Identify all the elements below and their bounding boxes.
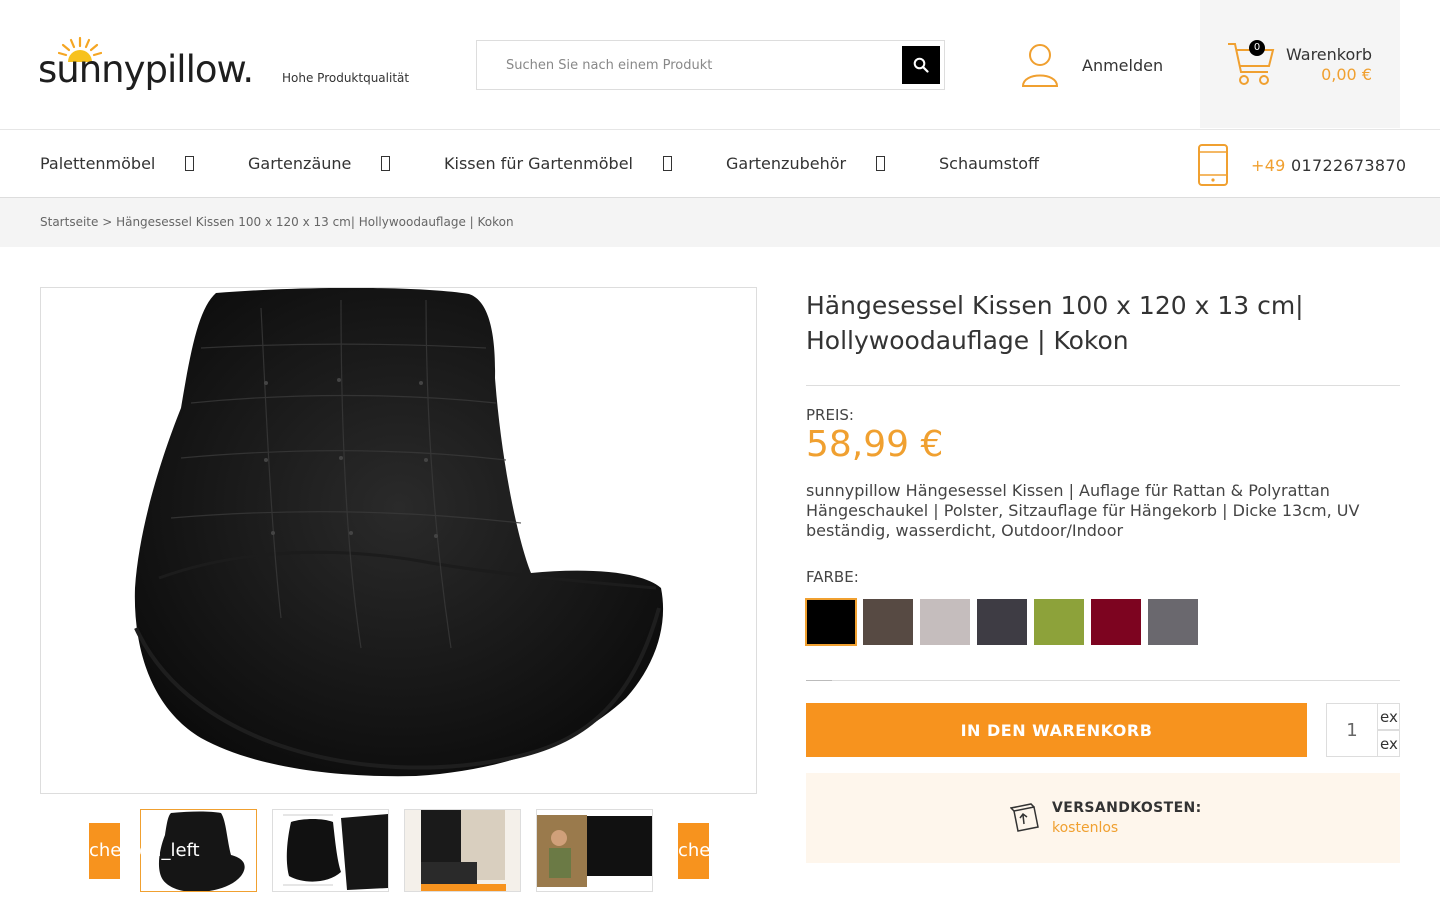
product-main-image[interactable]	[40, 287, 757, 794]
nav-item-label: Kissen für Gartenmöbel	[444, 154, 633, 173]
color-label: FARBE:	[806, 568, 859, 586]
nav-item-schaumstoff[interactable]: Schaumstoff	[939, 154, 1039, 173]
nav-item-label: Gartenzubehör	[726, 154, 847, 173]
phone-icon	[1198, 144, 1228, 186]
breadcrumb-separator: >	[98, 215, 117, 229]
logo[interactable]: sunnypillow. Hohe Produktqualität	[38, 36, 418, 96]
nav-item-palettenmoebel[interactable]: Palettenmöbel	[40, 154, 195, 173]
thumbnail-image	[405, 810, 520, 891]
shipping-value: kostenlos	[1052, 820, 1119, 836]
color-swatch[interactable]	[805, 598, 857, 646]
nav-item-kissen[interactable]: Kissen für Gartenmöbel	[444, 154, 672, 173]
user-icon	[1021, 44, 1059, 87]
logo-wordmark: sunnypillow.	[38, 48, 254, 91]
dropdown-icon	[876, 156, 886, 171]
main-navigation: Palettenmöbel Gartenzäune Kissen für Gar…	[0, 130, 1440, 198]
site-header: sunnypillow. Hohe Produktqualität Anmeld…	[0, 0, 1440, 130]
dropdown-icon	[662, 156, 672, 171]
gallery-thumbnail[interactable]	[536, 809, 653, 892]
quantity-input[interactable]	[1326, 703, 1378, 757]
color-swatch[interactable]	[863, 599, 913, 645]
cart-button[interactable]: 0 Warenkorb 0,00 €	[1200, 0, 1400, 128]
phone-digits: 01722673870	[1285, 155, 1407, 175]
product-description: sunnypillow Hängesessel Kissen | Auflage…	[806, 481, 1360, 540]
phone-prefix: +49	[1251, 155, 1286, 175]
color-swatch[interactable]	[977, 599, 1027, 645]
logo-tagline: Hohe Produktqualität	[282, 71, 410, 85]
dropdown-icon	[185, 156, 195, 171]
color-swatch[interactable]	[1091, 599, 1141, 645]
gallery-next-button[interactable]: chevron_right	[678, 823, 709, 879]
search-button[interactable]	[902, 46, 940, 84]
shipping-label: VERSANDKOSTEN:	[1052, 800, 1202, 816]
nav-item-gartenzubehoer[interactable]: Gartenzubehör	[726, 154, 886, 173]
color-swatch[interactable]	[1148, 599, 1198, 645]
thumbnail-image	[537, 810, 652, 891]
account-label: Anmelden	[1082, 55, 1164, 75]
add-to-cart-button[interactable]: IN DEN WARENKORB	[806, 703, 1307, 757]
color-swatch[interactable]	[920, 599, 970, 645]
gallery-next-label: chevron_right	[678, 840, 709, 861]
cart-total: 0,00 €	[1321, 65, 1372, 84]
gallery-thumbnail[interactable]	[404, 809, 521, 892]
nav-item-label: Gartenzäune	[248, 154, 352, 173]
breadcrumb-home[interactable]: Startseite	[40, 215, 98, 229]
thumbnail-image	[273, 810, 388, 891]
breadcrumb: Startseite > Hängesessel Kissen 100 x 12…	[0, 198, 1440, 247]
gallery-thumbnail[interactable]	[272, 809, 389, 892]
cushion-image	[134, 288, 664, 777]
quantity-increase-button[interactable]: expand_less	[1378, 703, 1400, 730]
divider	[806, 385, 1400, 386]
search-bar	[476, 40, 945, 90]
breadcrumb-current: Hängesessel Kissen 100 x 120 x 13 cm| Ho…	[116, 215, 514, 229]
quantity-decrease-button[interactable]: expand_more	[1378, 730, 1400, 757]
divider-accent	[806, 680, 832, 681]
nav-item-gartenzaeune[interactable]: Gartenzäune	[248, 154, 391, 173]
shipping-box-icon	[1010, 803, 1039, 832]
account-link[interactable]: Anmelden	[1020, 42, 1163, 88]
divider	[806, 680, 1400, 681]
nav-item-label: Palettenmöbel	[40, 154, 156, 173]
product-price: 58,99 €	[806, 424, 944, 465]
cart-count-badge: 0	[1249, 40, 1265, 56]
phone-contact[interactable]: +49 01722673870	[1197, 144, 1406, 186]
cart-title: Warenkorb	[1285, 45, 1372, 64]
gallery-prev-label: chevron_left	[89, 840, 200, 861]
search-icon	[913, 57, 929, 73]
phone-number: +49 01722673870	[1251, 156, 1406, 175]
dropdown-icon	[381, 156, 391, 171]
search-input[interactable]	[477, 41, 897, 89]
color-swatch[interactable]	[1034, 599, 1084, 645]
nav-item-label: Schaumstoff	[939, 154, 1040, 173]
shipping-info: VERSANDKOSTEN: kostenlos	[806, 773, 1400, 863]
price-label: PREIS:	[806, 406, 854, 424]
product-title: Hängesessel Kissen 100 x 120 x 13 cm| Ho…	[806, 291, 1304, 355]
